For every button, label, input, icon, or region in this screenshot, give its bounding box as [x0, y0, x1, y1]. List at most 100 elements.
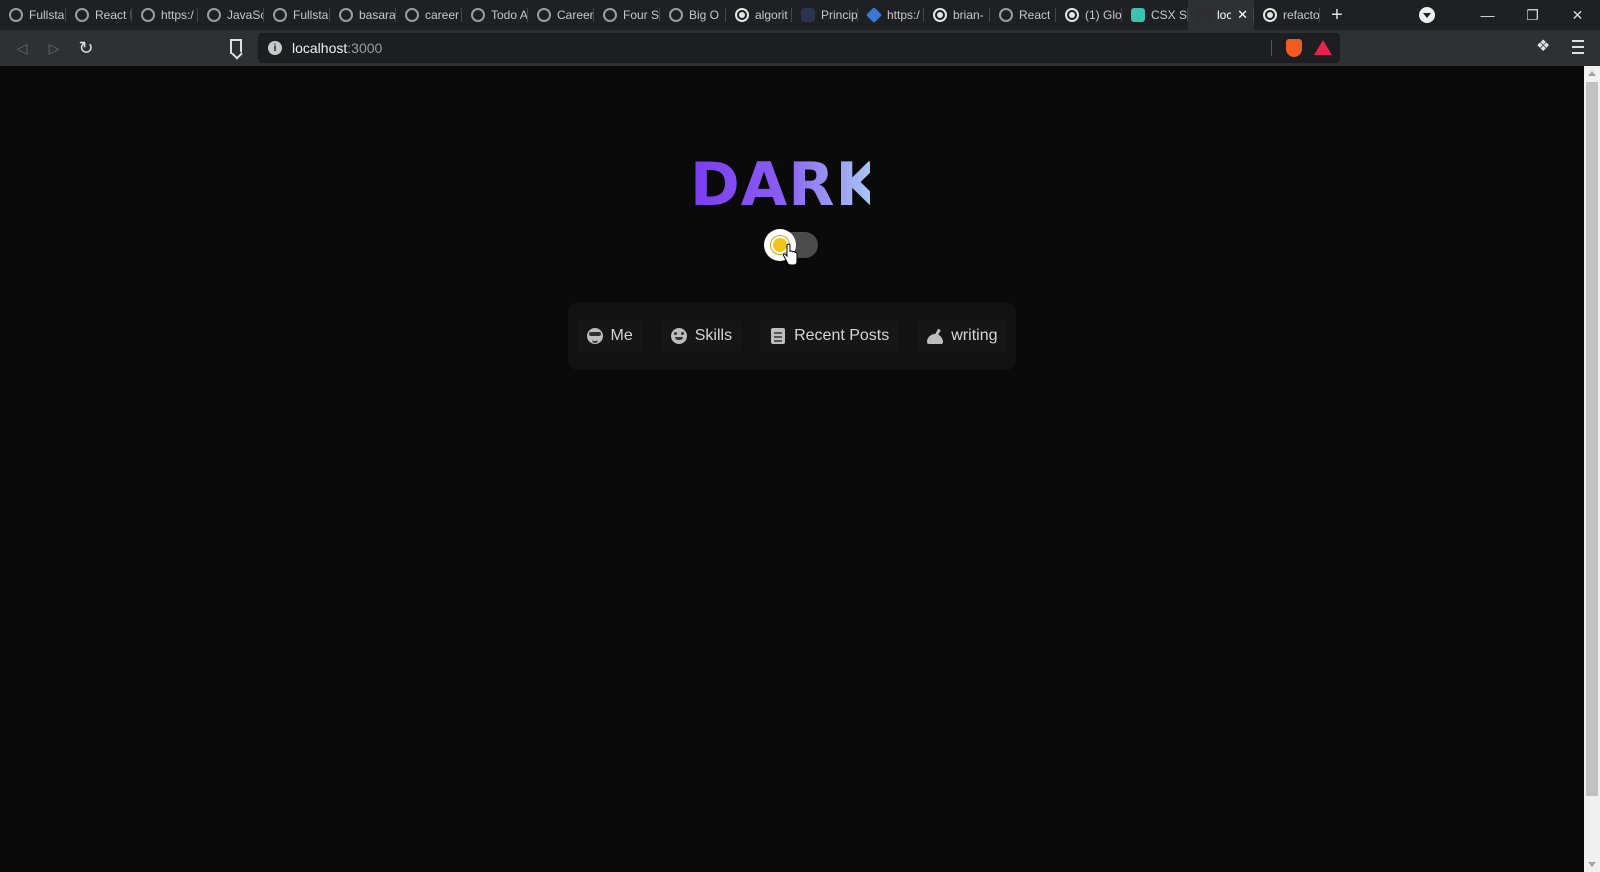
url-port: :3000	[347, 40, 383, 56]
menu-icon[interactable]	[1572, 38, 1584, 56]
site-info-icon[interactable]: i	[268, 41, 282, 55]
tab-label: Fullsta	[293, 8, 329, 22]
nav-item-skills[interactable]: Skills	[660, 319, 743, 353]
tab-label: career	[425, 8, 460, 22]
tab-label: JavaSc	[227, 8, 264, 22]
github-icon	[933, 8, 947, 22]
page-title-wrap: DARK	[690, 150, 882, 220]
tab-label: refacto	[1283, 8, 1320, 22]
forward-button[interactable]: ▷	[38, 32, 70, 64]
browser-tab[interactable]: Princip	[792, 0, 858, 30]
tab-list: Fullsta React I https:/ JavaSc Fullsta basara…	[0, 0, 1320, 30]
globe-icon	[207, 8, 221, 22]
blank-icon	[801, 8, 815, 22]
tab-label: https:/	[887, 8, 920, 22]
browser-tab[interactable]: loc ✕	[1188, 0, 1254, 30]
tab-label: (1) Glo	[1085, 8, 1122, 22]
browser-tab[interactable]: https:/	[132, 0, 198, 30]
browser-tab[interactable]: CSX St	[1122, 0, 1188, 30]
tab-label: basara	[359, 8, 396, 22]
browser-toolbar: ◁ ▷ ↻ i localhost:3000 ❖	[0, 30, 1600, 66]
scroll-down-arrow-icon[interactable]	[1588, 862, 1596, 867]
tab-search-icon[interactable]	[1419, 7, 1435, 23]
extensions-icon[interactable]: ❖	[1536, 39, 1552, 55]
sunglasses-face-icon	[586, 328, 603, 344]
page-icon	[1197, 8, 1211, 22]
tab-label: Princip	[821, 8, 858, 22]
url-host: localhost	[292, 40, 348, 56]
back-button[interactable]: ◁	[6, 32, 38, 64]
globe-icon	[405, 8, 419, 22]
vertical-scrollbar[interactable]	[1584, 66, 1600, 872]
tab-label: brian-	[953, 8, 984, 22]
main-nav: Me Skills Recent Posts writing	[568, 302, 1016, 370]
globe-icon	[603, 8, 617, 22]
browser-tab[interactable]: Todo A	[462, 0, 528, 30]
nav-item-label: Me	[610, 327, 633, 344]
csx-icon	[1131, 8, 1145, 22]
browser-tab[interactable]: Four S	[594, 0, 660, 30]
tab-label: Todo A	[491, 8, 528, 22]
brave-shields-icon[interactable]	[1286, 39, 1302, 57]
restore-button[interactable]: ❐	[1510, 7, 1555, 24]
address-bar[interactable]: i localhost:3000	[258, 33, 1340, 63]
scroll-up-arrow-icon[interactable]	[1588, 71, 1596, 76]
tab-strip: Fullsta React I https:/ JavaSc Fullsta basara…	[0, 0, 1600, 30]
tab-label: Career	[557, 8, 594, 22]
browser-tab[interactable]: career	[396, 0, 462, 30]
tab-label: loc	[1217, 8, 1232, 22]
nav-item-label: Skills	[694, 327, 733, 344]
browser-tab[interactable]: Career	[528, 0, 594, 30]
github-icon	[1065, 8, 1079, 22]
tab-label: https:/	[161, 8, 194, 22]
globe-icon	[471, 8, 485, 22]
tab-label: Big O	[689, 8, 720, 22]
address-bar-divider	[1271, 40, 1272, 56]
globe-icon	[75, 8, 89, 22]
browser-tab[interactable]: Fullsta	[0, 0, 66, 30]
browser-tab[interactable]: React I	[66, 0, 132, 30]
scrollbar-thumb[interactable]	[1586, 82, 1598, 796]
brave-rewards-icon[interactable]	[1314, 40, 1332, 55]
diamond-icon	[866, 7, 882, 23]
browser-tab[interactable]: brian-	[924, 0, 990, 30]
tab-label: Fullsta	[29, 8, 65, 22]
globe-icon	[141, 8, 155, 22]
nav-item-me[interactable]: Me	[576, 319, 643, 353]
window-controls: — ❐ ✕	[1419, 0, 1600, 30]
browser-tab[interactable]: React	[990, 0, 1056, 30]
close-tab-icon[interactable]: ✕	[1237, 7, 1248, 23]
close-window-button[interactable]: ✕	[1555, 7, 1600, 24]
globe-icon	[669, 8, 683, 22]
globe-icon	[339, 8, 353, 22]
tab-label: React I	[95, 8, 132, 22]
new-tab-button[interactable]: +	[1320, 0, 1354, 30]
tab-label: Four S	[623, 8, 660, 22]
browser-tab[interactable]: basara	[330, 0, 396, 30]
browser-tab[interactable]: Fullsta	[264, 0, 330, 30]
bookmark-icon[interactable]	[230, 39, 242, 54]
reload-button[interactable]: ↻	[70, 32, 102, 64]
globe-icon	[273, 8, 287, 22]
github-icon	[735, 8, 749, 22]
writing-hand-icon	[927, 328, 944, 344]
browser-tab[interactable]: refacto	[1254, 0, 1320, 30]
browser-tab[interactable]: (1) Glo	[1056, 0, 1122, 30]
browser-tab[interactable]: https:/	[858, 0, 924, 30]
browser-tab[interactable]: Big O	[660, 0, 726, 30]
star-eyes-face-icon	[670, 328, 687, 344]
tab-label: React	[1019, 8, 1051, 22]
browser-tab[interactable]: JavaSc	[198, 0, 264, 30]
page-viewport: DARK Me Skills Recent Posts writing	[0, 66, 1584, 872]
browser-window: Fullsta React I https:/ JavaSc Fullsta basara…	[0, 0, 1600, 872]
globe-icon	[9, 8, 23, 22]
browser-tab[interactable]: algorit	[726, 0, 792, 30]
tab-label: CSX St	[1151, 8, 1188, 22]
nav-item-writing[interactable]: writing	[917, 319, 1008, 353]
nav-item-recent-posts[interactable]: Recent Posts	[760, 319, 900, 353]
globe-icon	[537, 8, 551, 22]
hand-cursor-icon	[782, 243, 798, 266]
github-icon	[1263, 8, 1277, 22]
minimize-button[interactable]: —	[1465, 7, 1510, 23]
nav-item-label: Recent Posts	[794, 327, 890, 344]
